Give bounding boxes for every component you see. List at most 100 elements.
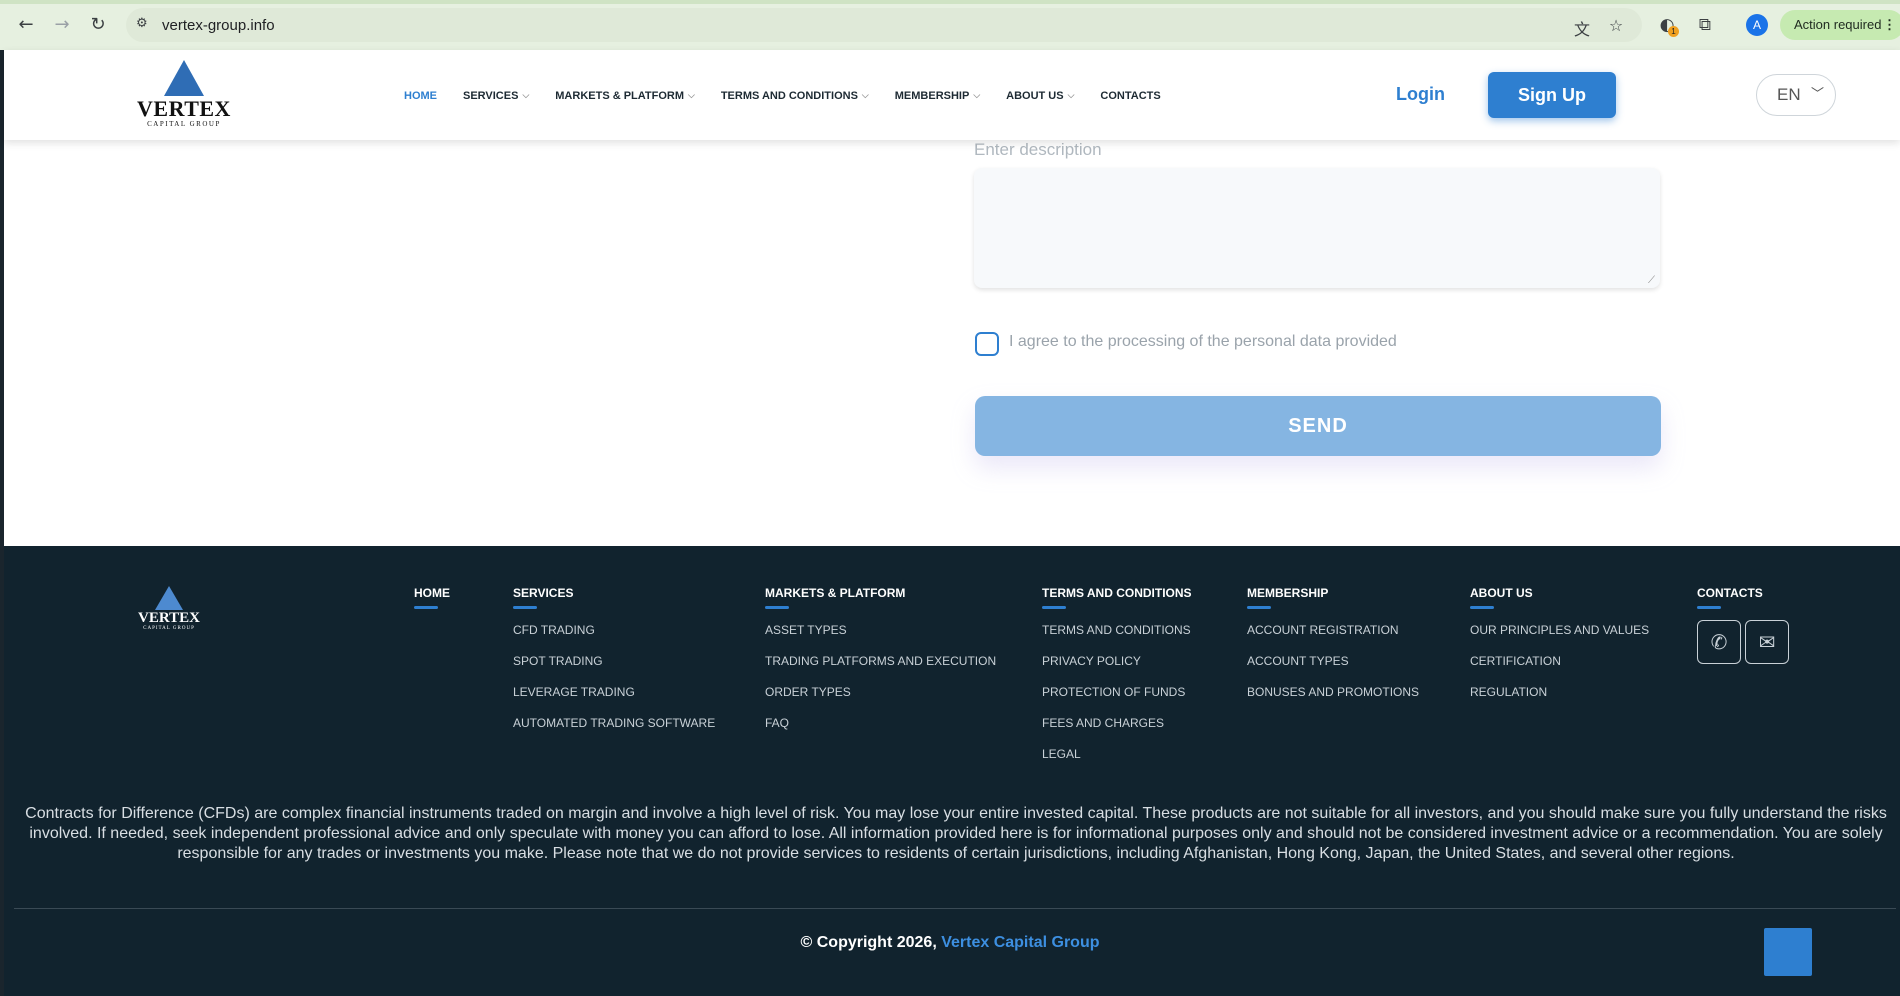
copyright-brand-link[interactable]: Vertex Capital Group xyxy=(941,934,1099,951)
footer-link[interactable]: ASSET TYPES xyxy=(765,623,996,637)
footer-head-membership[interactable]: MEMBERSHIP xyxy=(1247,586,1419,600)
footer-link[interactable]: PRIVACY POLICY xyxy=(1042,654,1192,668)
action-required-button[interactable]: Action required ⋮ xyxy=(1780,10,1900,40)
footer-link[interactable]: SPOT TRADING xyxy=(513,654,715,668)
back-arrow-icon[interactable]: ← xyxy=(14,12,38,36)
chevron-down-icon: ⌵ xyxy=(973,91,981,101)
footer-link[interactable]: ORDER TYPES xyxy=(765,685,996,699)
footer-head-contacts[interactable]: CONTACTS xyxy=(1697,586,1763,600)
footer-underline xyxy=(1697,606,1721,609)
nav-markets-platform[interactable]: MARKETS & PLATFORM ⌵ xyxy=(555,90,695,102)
nav-terms[interactable]: TERMS AND CONDITIONS ⌵ xyxy=(721,90,869,102)
chevron-down-icon: ⌵ xyxy=(688,91,695,101)
footer-link[interactable]: CFD TRADING xyxy=(513,623,715,637)
resize-grip-icon[interactable]: ⟋ xyxy=(1648,276,1658,286)
browser-toolbar: ← → ↻ ⚙ vertex-group.info 文 ☆ ◐ 1 ⧉ A Ac… xyxy=(0,0,1900,50)
site-footer: VERTEX CAPITAL GROUP HOME SERVICES CFD T… xyxy=(4,546,1900,996)
nav-home-label: HOME xyxy=(404,90,437,102)
footer-underline xyxy=(513,606,537,609)
footer-logo[interactable]: VERTEX CAPITAL GROUP xyxy=(134,586,204,631)
footer-col-membership: MEMBERSHIP ACCOUNT REGISTRATION ACCOUNT … xyxy=(1247,586,1419,716)
footer-underline xyxy=(414,606,438,609)
mail-icon[interactable]: ✉ xyxy=(1745,620,1789,664)
description-textarea[interactable] xyxy=(974,168,1660,288)
phone-icon[interactable]: ✆ xyxy=(1697,620,1741,664)
footer-col-markets: MARKETS & PLATFORM ASSET TYPES TRADING P… xyxy=(765,586,996,747)
footer-link[interactable]: PROTECTION OF FUNDS xyxy=(1042,685,1192,699)
description-label: Enter description xyxy=(974,140,1102,159)
pyramid-logo-icon xyxy=(155,586,183,610)
copyright: © Copyright 2026, Vertex Capital Group xyxy=(4,934,1896,952)
chevron-down-icon: ⌵ xyxy=(861,91,869,101)
url-text[interactable]: vertex-group.info xyxy=(162,17,275,34)
language-label: EN xyxy=(1777,85,1801,104)
forward-arrow-icon[interactable]: → xyxy=(50,12,74,36)
footer-underline xyxy=(1042,606,1066,609)
footer-logo-subtitle: CAPITAL GROUP xyxy=(143,626,195,631)
logo-subtitle: CAPITAL GROUP xyxy=(147,120,221,128)
menu-dots-icon[interactable]: ⋮ xyxy=(1883,10,1896,40)
footer-link[interactable]: TERMS AND CONDITIONS xyxy=(1042,623,1192,637)
risk-disclaimer: Contracts for Difference (CFDs) are comp… xyxy=(25,805,1887,862)
nav-terms-label: TERMS AND CONDITIONS xyxy=(720,90,858,102)
nav-home[interactable]: HOME xyxy=(404,90,437,102)
footer-col-terms: TERMS AND CONDITIONS TERMS AND CONDITION… xyxy=(1042,586,1192,778)
nav-membership-label: MEMBERSHIP xyxy=(894,90,970,102)
language-selector[interactable]: EN ﹀ xyxy=(1756,74,1836,116)
footer-link[interactable]: BONUSES AND PROMOTIONS xyxy=(1247,685,1419,699)
copyright-prefix: © Copyright 2026, xyxy=(800,934,937,951)
agree-checkbox[interactable] xyxy=(975,332,999,356)
nav-membership[interactable]: MEMBERSHIP ⌵ xyxy=(895,90,980,102)
tab-strip xyxy=(0,0,1900,4)
star-icon[interactable]: ☆ xyxy=(1606,16,1626,36)
footer-underline xyxy=(1247,606,1271,609)
footer-divider xyxy=(14,908,1896,909)
footer-underline xyxy=(765,606,789,609)
sign-up-button[interactable]: Sign Up xyxy=(1488,72,1616,118)
footer-col-about: ABOUT US OUR PRINCIPLES AND VALUES CERTI… xyxy=(1470,586,1649,716)
footer-underline xyxy=(1470,606,1494,609)
footer-link[interactable]: TRADING PLATFORMS AND EXECUTION xyxy=(765,654,996,668)
agree-label: I agree to the processing of the persona… xyxy=(1009,333,1397,350)
reload-icon[interactable]: ↻ xyxy=(86,12,110,36)
nav-contacts-label: CONTACTS xyxy=(1100,90,1161,102)
nav-markets-label: MARKETS & PLATFORM xyxy=(555,90,684,102)
translate-icon[interactable]: 文 xyxy=(1572,16,1592,39)
footer-head-terms[interactable]: TERMS AND CONDITIONS xyxy=(1042,586,1192,600)
footer-col-services: SERVICES CFD TRADING SPOT TRADING LEVERA… xyxy=(513,586,715,747)
footer-link[interactable]: REGULATION xyxy=(1470,685,1649,699)
footer-link[interactable]: ACCOUNT TYPES xyxy=(1247,654,1419,668)
footer-link[interactable]: OUR PRINCIPLES AND VALUES xyxy=(1470,623,1649,637)
chevron-down-icon: ⌵ xyxy=(522,91,530,101)
login-link[interactable]: Login xyxy=(1396,84,1445,105)
logo-wordmark: VERTEX xyxy=(137,96,231,121)
address-bar[interactable]: ⚙ vertex-group.info 文 ☆ xyxy=(126,8,1642,42)
footer-link[interactable]: FAQ xyxy=(765,716,996,730)
footer-link[interactable]: ACCOUNT REGISTRATION xyxy=(1247,623,1419,637)
pyramid-logo-icon xyxy=(164,60,204,96)
footer-link[interactable]: LEGAL xyxy=(1042,747,1192,761)
site-header: VERTEX CAPITAL GROUP HOME SERVICES ⌵ MARK… xyxy=(4,50,1900,140)
site-logo[interactable]: VERTEX CAPITAL GROUP xyxy=(134,60,234,132)
footer-logo-wordmark: VERTEX xyxy=(138,610,200,626)
scroll-to-top-button[interactable] xyxy=(1764,928,1812,976)
nav-contacts[interactable]: CONTACTS xyxy=(1100,90,1160,102)
site-info-icon[interactable]: ⚙ xyxy=(136,16,154,34)
footer-head-about[interactable]: ABOUT US xyxy=(1470,586,1649,600)
footer-link[interactable]: CERTIFICATION xyxy=(1470,654,1649,668)
footer-head-home[interactable]: HOME xyxy=(414,586,450,600)
profile-avatar[interactable]: A xyxy=(1746,14,1768,36)
footer-head-services[interactable]: SERVICES xyxy=(513,586,715,600)
action-required-label: Action required xyxy=(1794,17,1882,32)
footer-link[interactable]: AUTOMATED TRADING SOFTWARE xyxy=(513,716,715,730)
footer-col-contacts: CONTACTS xyxy=(1697,586,1763,623)
chevron-down-icon: ⌵ xyxy=(1067,91,1075,101)
footer-link[interactable]: LEVERAGE TRADING xyxy=(513,685,715,699)
puzzle-icon[interactable]: ⧉ xyxy=(1694,15,1716,37)
footer-head-markets[interactable]: MARKETS & PLATFORM xyxy=(765,586,996,600)
footer-link[interactable]: FEES AND CHARGES xyxy=(1042,716,1192,730)
send-button[interactable]: SEND xyxy=(975,396,1661,456)
nav-about-us[interactable]: ABOUT US ⌵ xyxy=(1006,90,1074,102)
nav-services[interactable]: SERVICES ⌵ xyxy=(463,90,529,102)
extension-badge-count: 1 xyxy=(1668,26,1679,37)
